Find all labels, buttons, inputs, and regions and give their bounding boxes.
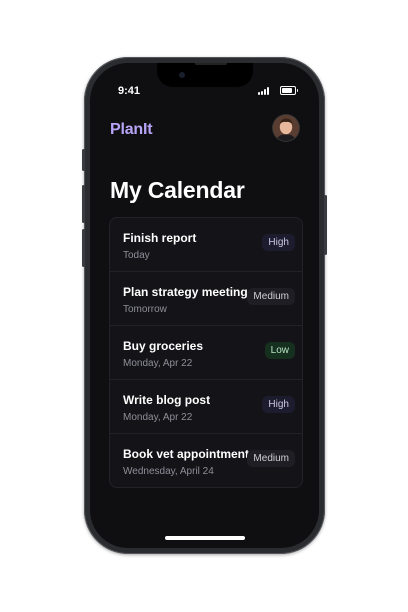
priority-badge: Low: [264, 342, 295, 359]
task-date: Monday, Apr 22: [123, 412, 193, 423]
task-title: Buy groceries: [123, 339, 204, 353]
home-indicator[interactable]: [164, 536, 245, 540]
cellular-signal-icon: [258, 87, 274, 95]
task-title: Book vet appointment: [123, 447, 250, 461]
battery-icon: [280, 86, 298, 95]
task-date: Tomorrow: [123, 304, 167, 315]
page-title: My Calendar: [110, 177, 245, 203]
task-date: Wednesday, April 24: [123, 466, 214, 477]
task-item[interactable]: Finish report Today High: [110, 218, 302, 271]
task-item[interactable]: Plan strategy meeting Tomorrow Medium: [110, 271, 302, 325]
app-logo: PlanIt: [110, 121, 153, 138]
avatar[interactable]: [273, 115, 299, 141]
task-date: Monday, Apr 22: [123, 358, 193, 369]
task-title: Write blog post: [123, 393, 211, 407]
task-title: Plan strategy meeting: [123, 285, 248, 299]
power-button: [324, 195, 327, 255]
priority-badge: High: [262, 234, 295, 251]
priority-badge: High: [262, 396, 295, 413]
phone-frame: 9:41 PlanIt My Calendar Finish report To…: [82, 57, 327, 554]
task-item[interactable]: Buy groceries Monday, Apr 22 Low: [110, 325, 302, 379]
notch: [156, 63, 253, 87]
volume-up-button: [82, 185, 85, 223]
profile-photo-icon: [273, 115, 299, 141]
screen: 9:41 PlanIt My Calendar Finish report To…: [90, 63, 319, 548]
priority-badge: Medium: [247, 450, 295, 467]
speaker-grille: [194, 63, 227, 65]
task-item[interactable]: Book vet appointment Wednesday, April 24…: [110, 433, 302, 487]
task-date: Today: [123, 250, 150, 261]
task-item[interactable]: Write blog post Monday, Apr 22 High: [110, 379, 302, 433]
mute-switch: [82, 149, 85, 171]
task-title: Finish report: [123, 231, 197, 245]
volume-down-button: [82, 229, 85, 267]
front-camera: [178, 72, 185, 78]
status-time: 9:41: [118, 85, 141, 97]
priority-badge: Medium: [247, 288, 295, 305]
task-list: Finish report Today High Plan strategy m…: [109, 217, 303, 488]
